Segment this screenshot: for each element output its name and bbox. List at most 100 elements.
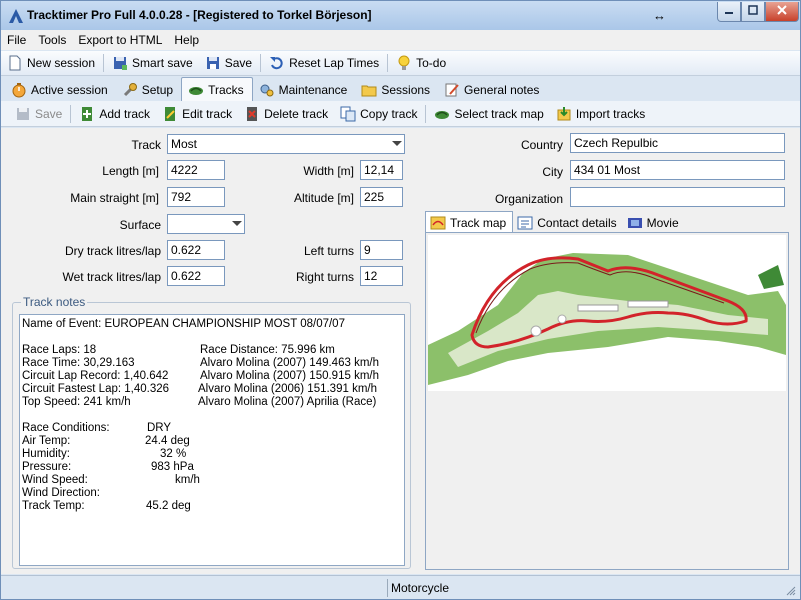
new-session-label: New session <box>27 56 96 70</box>
import-icon <box>557 106 571 120</box>
chevron-down-icon <box>392 141 402 146</box>
close-icon <box>777 5 787 15</box>
left-turns-value: 9 <box>364 243 371 257</box>
surface-combobox[interactable] <box>167 214 245 234</box>
left-turns-field[interactable]: 9 <box>360 240 403 260</box>
tab-setup[interactable]: Setup <box>116 79 181 101</box>
note-lap-record: Circuit Lap Record: 1,40.642 <box>22 370 169 382</box>
app-window: Tracktimer Pro Full 4.0.0.28 - [Register… <box>0 0 801 600</box>
minimize-button[interactable] <box>717 2 741 22</box>
main-straight-field[interactable]: 792 <box>167 187 225 207</box>
save-button[interactable]: Save <box>199 52 258 74</box>
toolbar-separator <box>425 104 427 123</box>
todo-button[interactable]: To-do <box>390 52 452 74</box>
menu-tools[interactable]: Tools <box>32 33 72 47</box>
new-session-button[interactable]: New session <box>1 52 101 74</box>
note-fastest-lap-holder: Alvaro Molina (2006) 151.391 km/h <box>198 383 377 395</box>
tab-label: Contact details <box>537 216 617 230</box>
status-vehicle-type: Motorcycle <box>391 581 450 595</box>
todo-label: To-do <box>416 56 447 70</box>
track-map-panel <box>425 232 789 570</box>
altitude-label: Altitude [m] <box>293 191 354 205</box>
edit-track-icon <box>165 106 176 121</box>
status-separator <box>387 579 388 597</box>
right-turns-field[interactable]: 12 <box>360 266 403 286</box>
city-field[interactable]: 434 01 Most <box>570 160 785 180</box>
length-field[interactable]: 4222 <box>167 160 225 180</box>
reset-lap-times-button[interactable]: Reset Lap Times <box>263 52 385 74</box>
organization-label: Organization <box>494 192 563 206</box>
tab-contact-details[interactable]: Contact details <box>513 213 622 233</box>
note-humidity: Humidity: <box>22 448 70 460</box>
track-notes-textarea[interactable]: Name of Event: EUROPEAN CHAMPIONSHIP MOS… <box>19 314 405 566</box>
track-save-button[interactable]: Save <box>9 103 68 125</box>
tab-sessions[interactable]: Sessions <box>355 79 438 101</box>
tab-movie[interactable]: Movie <box>623 213 685 233</box>
wet-track-label: Wet track litres/lap <box>62 270 161 284</box>
chevron-down-icon <box>232 221 242 226</box>
tab-active-session[interactable]: Active session <box>5 79 116 101</box>
menu-export-html[interactable]: Export to HTML <box>72 33 168 47</box>
menu-file[interactable]: File <box>1 33 32 47</box>
tab-maintenance[interactable]: Maintenance <box>253 79 356 101</box>
minimize-icon <box>725 12 733 14</box>
track-map-icon <box>435 110 450 119</box>
select-track-map-button[interactable]: Select track map <box>428 103 549 125</box>
edit-track-button[interactable]: Edit track <box>156 103 238 125</box>
wrench-icon <box>123 83 137 97</box>
close-button[interactable] <box>765 2 799 22</box>
delete-track-button[interactable]: Delete track <box>238 103 334 125</box>
note-race-laps: Race Laps: 18 <box>22 344 97 356</box>
toolbar-separator <box>260 54 262 72</box>
window-title: Tracktimer Pro Full 4.0.0.28 - [Register… <box>27 8 372 22</box>
track-map-image <box>428 235 786 391</box>
map-icon <box>430 216 446 229</box>
country-field[interactable]: Czech Repulbic <box>570 133 785 153</box>
note-wind-speed-value: km/h <box>175 474 200 486</box>
maximize-button[interactable] <box>741 2 765 22</box>
note-fastest-lap: Circuit Fastest Lap: 1,40.326 <box>22 383 170 395</box>
note-wind-speed: Wind Speed: <box>22 474 88 486</box>
toolbar-separator <box>387 54 389 72</box>
tab-general-notes[interactable]: General notes <box>438 79 547 101</box>
tab-tracks[interactable]: Tracks <box>181 77 253 101</box>
reset-lap-times-label: Reset Lap Times <box>289 56 380 70</box>
film-icon <box>627 218 642 228</box>
import-tracks-button[interactable]: Import tracks <box>550 103 651 125</box>
copy-track-button[interactable]: Copy track <box>334 103 423 125</box>
save-label: Save <box>224 56 253 70</box>
menu-help[interactable]: Help <box>168 33 205 47</box>
resize-grip-icon[interactable] <box>786 586 796 596</box>
undo-icon <box>270 57 283 70</box>
note-humidity-value: 32 % <box>160 448 187 460</box>
import-tracks-label: Import tracks <box>575 106 646 121</box>
title-bar[interactable]: Tracktimer Pro Full 4.0.0.28 - [Register… <box>1 1 800 31</box>
track-notes-title: Track notes <box>21 295 88 309</box>
track-toolbar: Save Add track Edit track Delete track C… <box>1 101 800 127</box>
note-lap-record-holder: Alvaro Molina (2007) 150.915 km/h <box>200 370 379 382</box>
track-combobox[interactable]: Most <box>167 134 405 154</box>
main-tabs: Active session Setup Tracks Maintenance … <box>1 77 800 101</box>
tab-track-map[interactable]: Track map <box>425 211 514 233</box>
note-track-temp: Track Temp: <box>22 500 85 512</box>
app-logo-icon <box>9 9 23 23</box>
width-field[interactable]: 12,14 <box>360 160 403 180</box>
organization-field[interactable] <box>570 187 785 207</box>
note-top-speed-holder: Alvaro Molina (2007) Aprilia (Race) <box>198 396 377 408</box>
resize-arrows-icon: ↔ <box>653 8 666 23</box>
copy-track-label: Copy track <box>360 106 418 121</box>
altitude-field[interactable]: 225 <box>360 187 403 207</box>
dry-track-field[interactable]: 0.622 <box>167 240 225 260</box>
add-track-icon <box>82 106 93 121</box>
wet-track-field[interactable]: 0.622 <box>167 266 225 286</box>
city-label: City <box>542 165 563 179</box>
tab-label: Setup <box>141 83 174 97</box>
new-document-icon <box>9 55 21 71</box>
wet-track-value: 0.622 <box>171 269 202 283</box>
toolbar-separator <box>70 104 72 123</box>
folder-icon <box>361 85 377 97</box>
select-track-map-label: Select track map <box>454 106 544 121</box>
add-track-button[interactable]: Add track <box>73 103 156 125</box>
smart-save-button[interactable]: Smart save <box>106 52 199 74</box>
tab-label: Active session <box>31 83 108 97</box>
